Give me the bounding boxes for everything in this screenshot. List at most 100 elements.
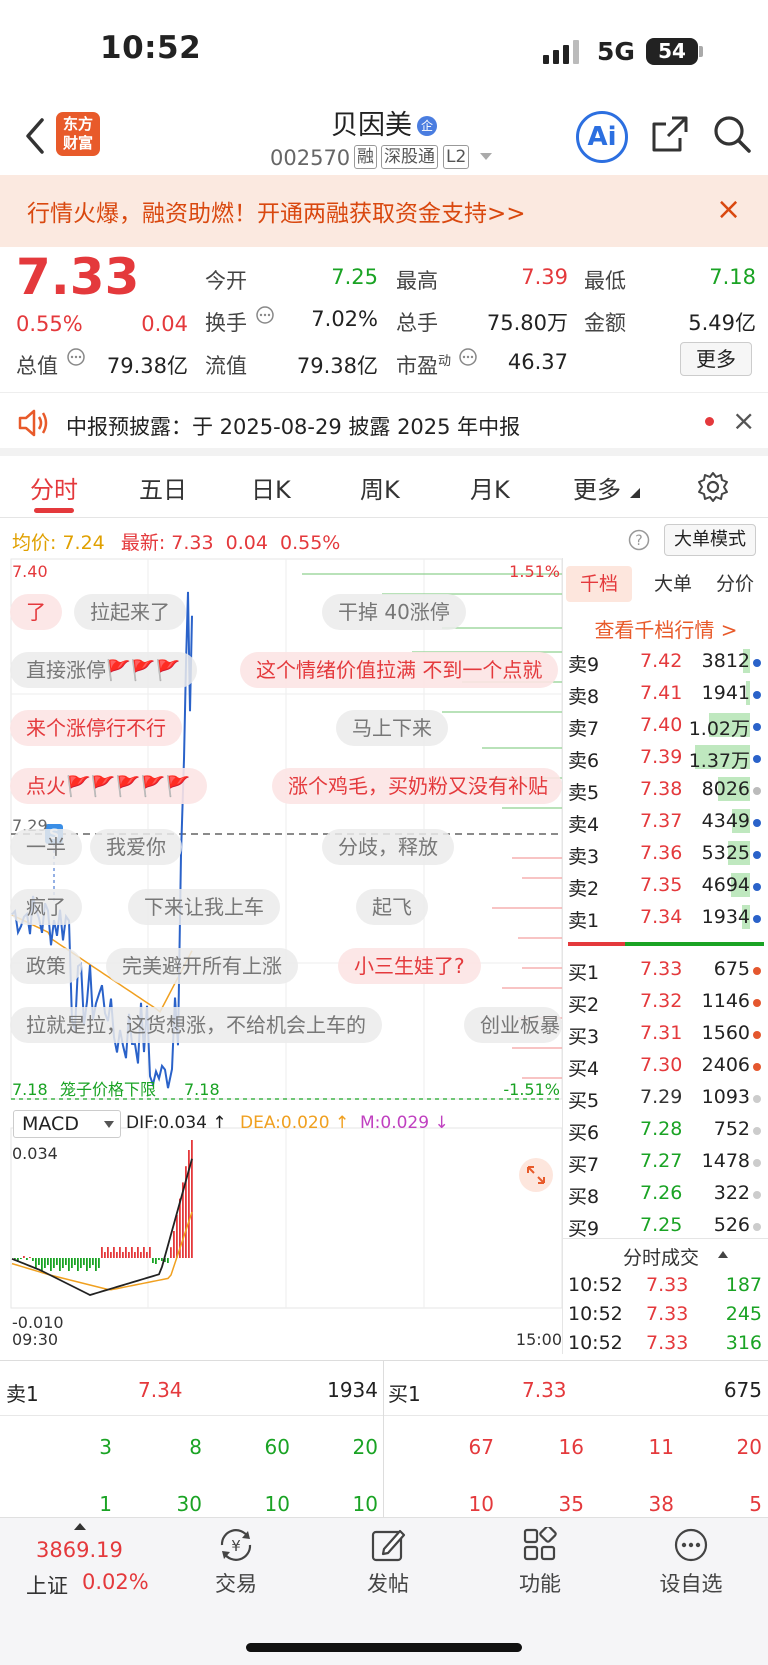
danmu-bubble: 来个涨停行不行 — [10, 710, 182, 746]
open-value: 7.25 — [331, 265, 378, 289]
big-order-mode-button[interactable]: 大单模式 — [664, 524, 756, 556]
index-pct[interactable]: 0.02% — [82, 1570, 149, 1594]
ask-price: 7.39 — [640, 746, 683, 768]
tab-weekly-k[interactable]: 周K — [360, 470, 400, 505]
promo-text[interactable]: 行情火爆，融资助燃！开通两融获取资金支持>> — [27, 194, 526, 228]
m-value: M:0.029 ↓ — [360, 1113, 449, 1133]
sell-queue-item: 10 — [264, 1492, 290, 1516]
macd-bar — [77, 1258, 79, 1271]
bid-price: 7.27 — [640, 1150, 683, 1172]
indicator-select[interactable]: MACD — [13, 1110, 121, 1138]
l1-top-divider — [0, 1360, 768, 1361]
info-icon[interactable] — [66, 347, 86, 367]
ask-label: 卖1 — [568, 910, 600, 932]
view-thousand-link[interactable]: 查看千档行情 > — [566, 614, 766, 643]
tick-time: 10:52 — [568, 1332, 623, 1354]
signal-icon — [543, 40, 579, 64]
info-icon[interactable] — [255, 305, 275, 325]
tab-five-day[interactable]: 五日 — [139, 470, 187, 505]
ask-price: 7.41 — [640, 682, 683, 704]
expand-button[interactable] — [519, 1158, 553, 1192]
tick-volume: 187 — [725, 1274, 762, 1296]
ask-label: 卖3 — [568, 846, 600, 868]
macd-bar — [23, 1256, 25, 1258]
bid-volume: 526 — [713, 1214, 750, 1236]
macd-bar — [68, 1258, 70, 1271]
ai-button[interactable]: Ai — [576, 111, 628, 163]
tab-monthly-k[interactable]: 月K — [470, 470, 510, 505]
notice-dot — [705, 417, 714, 426]
ask-price: 7.37 — [640, 810, 683, 832]
macd-bar — [20, 1258, 22, 1259]
macd-bar — [44, 1258, 46, 1268]
pe-superscript: 动 — [438, 354, 452, 369]
help-icon[interactable]: ? — [628, 529, 650, 551]
speaker-icon — [18, 409, 48, 437]
share-icon[interactable] — [650, 114, 690, 154]
sell-queue-item: 60 — [264, 1435, 290, 1459]
index-value[interactable]: 3869.19 — [36, 1538, 123, 1562]
tab-intraday[interactable]: 分时 — [30, 470, 78, 505]
svg-text:¥: ¥ — [231, 1537, 241, 1555]
avg-value: 7.24 — [62, 532, 105, 554]
settings-gear-icon[interactable] — [697, 471, 729, 503]
ask-volume: 1934 — [701, 906, 750, 928]
depth-lines — [302, 573, 562, 1079]
danmu-bubble: 政策 — [10, 948, 82, 984]
macd-bar — [146, 1252, 148, 1258]
tick-price: 7.33 — [646, 1332, 689, 1354]
nav-post[interactable]: 发帖 — [338, 1568, 438, 1598]
bid-volume: 1560 — [701, 1022, 750, 1044]
stock-code: 002570 — [270, 146, 351, 170]
tick-time: 10:52 — [568, 1274, 623, 1296]
high-label: 最高 — [396, 269, 438, 293]
promo-close-button[interactable]: × — [716, 192, 741, 227]
ratio-bar-red — [568, 942, 625, 946]
nav-trade[interactable]: 交易 — [186, 1568, 286, 1598]
nav-functions[interactable]: 功能 — [490, 1568, 590, 1598]
ask-dot — [753, 819, 761, 827]
ob-tab-large[interactable]: 大单 — [643, 566, 703, 602]
edit-icon[interactable] — [370, 1527, 406, 1563]
search-icon[interactable] — [712, 114, 752, 154]
ob-tab-price[interactable]: 分价 — [705, 566, 765, 602]
macd-bar — [59, 1258, 61, 1271]
enterprise-badge: 企 — [417, 116, 438, 136]
ask-price: 7.36 — [640, 842, 683, 864]
caret-down-icon[interactable] — [480, 153, 492, 161]
macd-bar — [71, 1258, 73, 1268]
sell-queue-item: 8 — [189, 1435, 202, 1459]
info-icon[interactable] — [458, 347, 478, 367]
battery-icon: 54 — [646, 38, 698, 65]
panel-divider — [562, 558, 563, 1354]
danmu-bubble: 这个情绪价值拉满 不到一个点就 — [240, 652, 559, 688]
more-stats-button[interactable]: 更多 — [680, 342, 752, 376]
last-value: 7.33 — [171, 532, 214, 554]
grid-icon[interactable] — [522, 1527, 558, 1563]
bid-label: 买2 — [568, 994, 600, 1016]
index-name[interactable]: 上证 — [26, 1570, 68, 1600]
notice-close-button[interactable]: × — [732, 404, 755, 437]
danmu-bubble: 直接涨停🚩🚩🚩 — [10, 652, 197, 688]
network-type: 5G — [597, 37, 635, 66]
ask-volume: 1941 — [701, 682, 750, 704]
ask-volume: 8026 — [701, 778, 750, 800]
macd-bar — [116, 1252, 118, 1258]
danmu-bubble: 马上下来 — [336, 710, 448, 746]
ticks-header[interactable]: 分时成交 — [623, 1243, 699, 1270]
tab-more-caret-icon — [630, 488, 640, 498]
tab-more[interactable]: 更多 — [573, 470, 621, 505]
ask-volume: 1.02万 — [688, 718, 750, 740]
sell-queue-item: 1 — [99, 1492, 112, 1516]
ask-label: 卖7 — [568, 718, 600, 740]
tab-daily-k[interactable]: 日K — [251, 470, 291, 505]
yuan-exchange-icon[interactable]: ¥ — [216, 1527, 256, 1563]
nav-add-watchlist[interactable]: 设自选 — [641, 1568, 741, 1598]
notice-text[interactable]: 中报预披露：于 2025-08-29 披露 2025 年中报 — [66, 411, 520, 441]
ask-dot — [753, 755, 761, 763]
ask-label: 卖6 — [568, 750, 600, 772]
macd-bar — [119, 1247, 121, 1258]
ob-tab-thousand[interactable]: 千档 — [566, 566, 632, 602]
more-dots-icon[interactable] — [673, 1527, 709, 1563]
macd-bar — [176, 1214, 178, 1258]
